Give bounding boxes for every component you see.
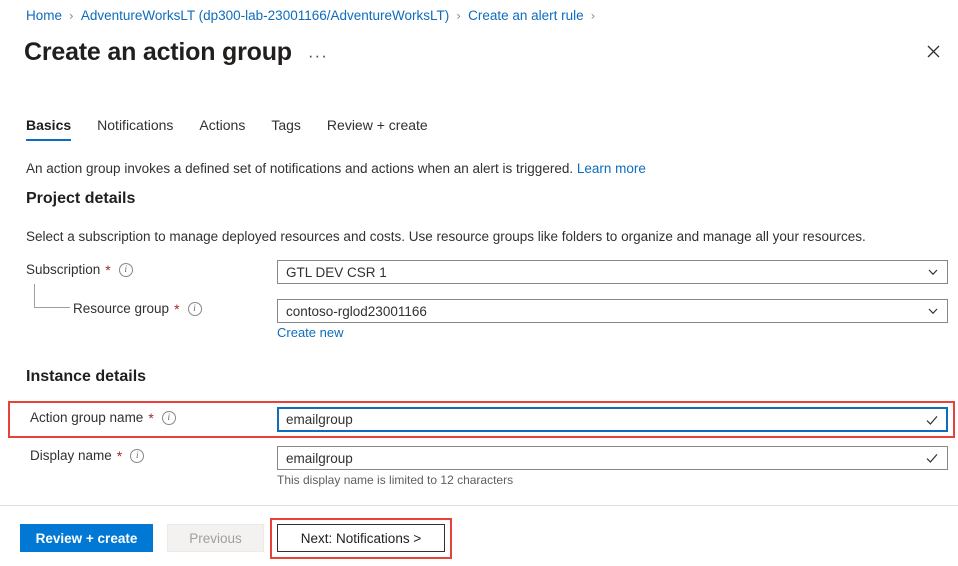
breadcrumb-item-create-alert-rule[interactable]: Create an alert rule	[468, 7, 584, 25]
breadcrumb-separator-icon: ›	[456, 9, 462, 23]
tab-tags[interactable]: Tags	[271, 117, 301, 141]
breadcrumb-separator-icon: ›	[69, 9, 74, 23]
resource-group-row: Resource group * i contoso-rglod23001166	[0, 299, 958, 323]
subscription-value: GTL DEV CSR 1	[286, 264, 387, 280]
required-marker: *	[105, 261, 111, 278]
subscription-label-text: Subscription	[26, 262, 101, 277]
required-marker: *	[148, 409, 154, 426]
info-icon[interactable]: i	[118, 262, 133, 277]
display-name-helper-text: This display name is limited to 12 chara…	[277, 473, 514, 487]
blade-description: An action group invokes a defined set of…	[26, 160, 646, 178]
blade-description-text: An action group invokes a defined set of…	[26, 161, 574, 176]
resource-group-label: Resource group * i	[73, 301, 202, 316]
resource-group-value: contoso-rglod23001166	[286, 303, 427, 319]
display-name-row: Display name * i emailgroup	[0, 446, 958, 470]
display-name-label-text: Display name	[30, 448, 112, 463]
tab-notifications[interactable]: Notifications	[97, 117, 173, 141]
breadcrumb: Home › AdventureWorksLT (dp300-lab-23001…	[26, 7, 602, 25]
chevron-down-icon	[928, 308, 938, 315]
tab-review-create[interactable]: Review + create	[327, 117, 428, 141]
tab-basics[interactable]: Basics	[26, 117, 72, 141]
resource-group-label-text: Resource group	[73, 301, 170, 316]
info-icon[interactable]: i	[161, 410, 176, 425]
more-options-icon[interactable]: ···	[308, 47, 328, 64]
subscription-label: Subscription * i	[26, 262, 133, 277]
page-title: Create an action group	[24, 38, 292, 66]
next-notifications-button[interactable]: Next: Notifications >	[277, 524, 445, 552]
review-create-button[interactable]: Review + create	[20, 524, 153, 552]
subscription-dropdown[interactable]: GTL DEV CSR 1	[277, 260, 948, 284]
required-marker: *	[174, 300, 180, 317]
display-name-input[interactable]: emailgroup	[277, 446, 948, 470]
action-group-name-label: Action group name * i	[30, 410, 176, 425]
instance-details-heading: Instance details	[26, 368, 147, 385]
display-name-control: emailgroup	[277, 446, 948, 470]
action-group-name-control: emailgroup	[277, 407, 948, 432]
tab-bar: Basics Notifications Actions Tags Review…	[26, 117, 428, 141]
info-icon[interactable]: i	[187, 301, 202, 316]
learn-more-link[interactable]: Learn more	[577, 161, 646, 176]
create-action-group-blade: Home › AdventureWorksLT (dp300-lab-23001…	[0, 0, 958, 566]
resource-group-dropdown[interactable]: contoso-rglod23001166	[277, 299, 948, 323]
close-icon	[927, 45, 939, 57]
breadcrumb-item-database[interactable]: AdventureWorksLT (dp300-lab-23001166/Adv…	[81, 7, 449, 25]
subscription-control: GTL DEV CSR 1	[277, 260, 948, 284]
footer-divider	[0, 505, 958, 506]
resource-group-control: contoso-rglod23001166	[277, 299, 948, 323]
create-new-resource-group-link[interactable]: Create new	[277, 325, 343, 341]
info-icon[interactable]: i	[130, 448, 145, 463]
chevron-down-icon	[928, 269, 938, 276]
title-row: Create an action group ···	[24, 36, 328, 68]
checkmark-icon	[926, 454, 938, 463]
project-details-heading: Project details	[26, 190, 136, 207]
display-name-label: Display name * i	[30, 447, 145, 464]
action-group-name-row: Action group name * i emailgroup	[0, 407, 958, 432]
action-group-name-input[interactable]: emailgroup	[277, 407, 948, 432]
subscription-row: Subscription * i GTL DEV CSR 1	[0, 260, 958, 284]
close-button[interactable]	[918, 36, 948, 66]
breadcrumb-separator-icon: ›	[590, 9, 596, 23]
required-marker: *	[116, 447, 123, 464]
action-group-name-value: emailgroup	[286, 412, 353, 427]
tab-actions[interactable]: Actions	[199, 117, 245, 141]
project-details-subtext: Select a subscription to manage deployed…	[26, 229, 866, 244]
action-group-name-label-text: Action group name	[30, 410, 144, 425]
previous-button: Previous	[167, 524, 264, 552]
checkmark-icon	[926, 415, 938, 425]
breadcrumb-item-home[interactable]: Home	[26, 7, 62, 25]
display-name-value: emailgroup	[286, 450, 353, 466]
